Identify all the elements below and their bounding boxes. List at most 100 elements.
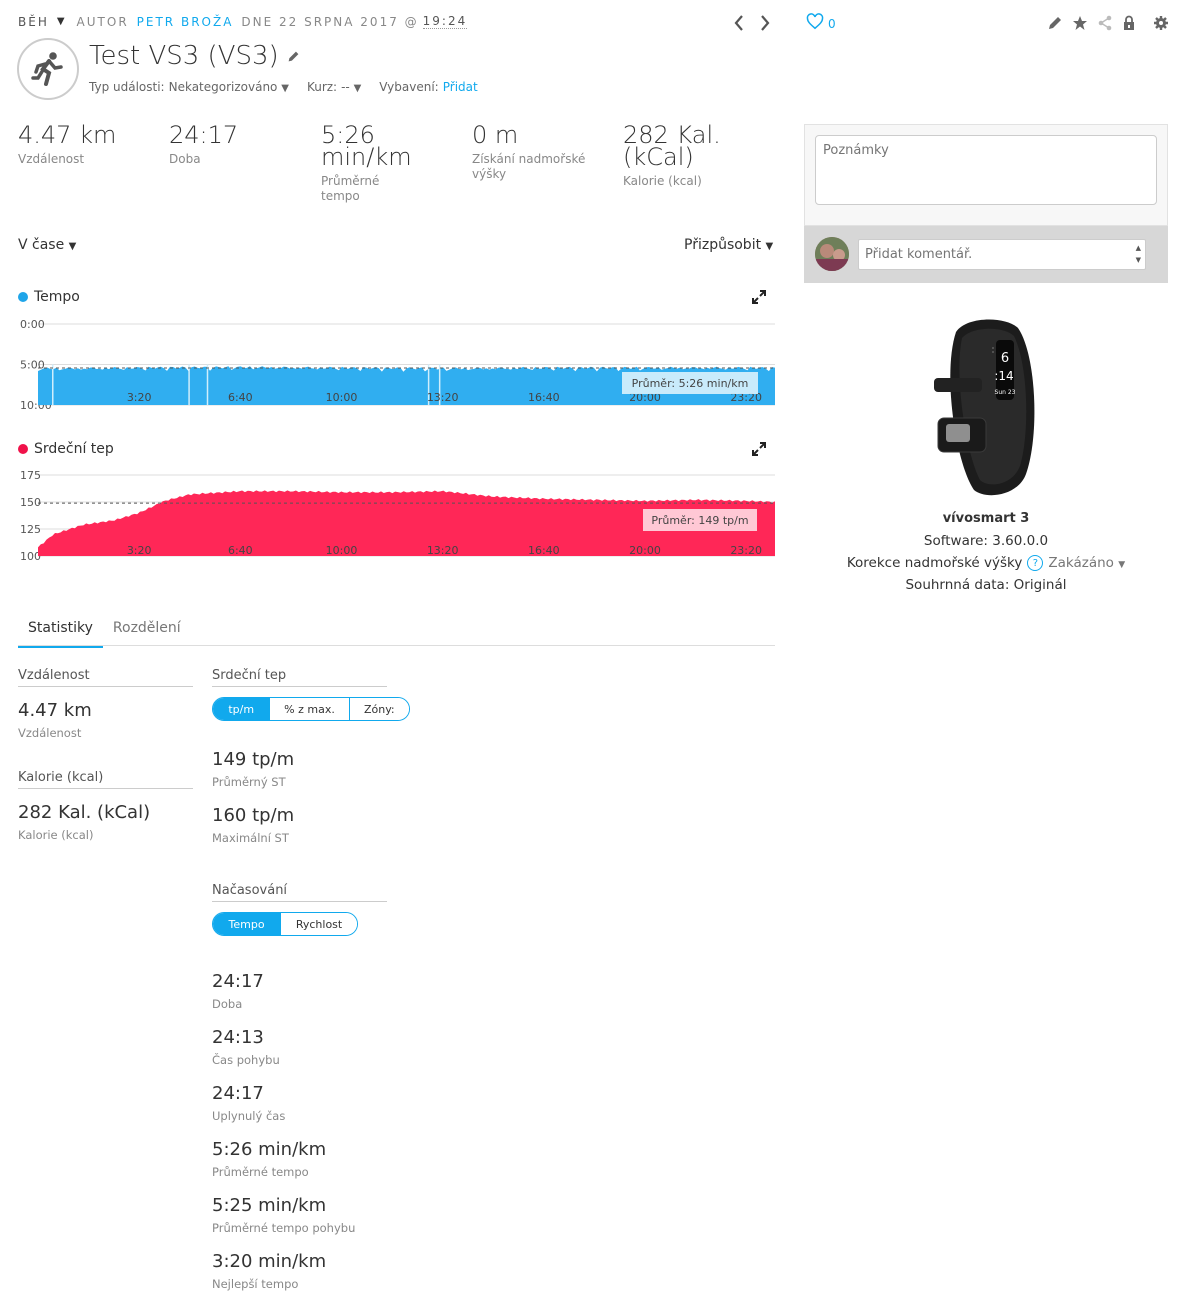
like-area[interactable]: 0	[806, 13, 836, 34]
hr-y-tick-label: 125	[20, 523, 41, 536]
distance-label: Vzdálenost	[18, 726, 82, 740]
next-activity-icon[interactable]	[759, 14, 771, 32]
scroll-arrows-icon[interactable]: ▲ ▼	[1136, 242, 1141, 266]
timing-section: Načasování	[212, 883, 387, 902]
running-activity-icon	[17, 38, 79, 100]
summary-value: 24:17	[169, 121, 239, 149]
author-link[interactable]: PETR BROŽA	[137, 15, 234, 29]
max-hr-stat: 160 tp/m Maximální ST	[212, 805, 294, 845]
hr-x-tick-label: 23:20	[730, 544, 762, 557]
toggle-bpm[interactable]: tp/m	[213, 698, 270, 720]
notes-panel	[804, 124, 1168, 226]
pace-x-tick-label: 6:40	[228, 391, 253, 404]
author-prefix: AUTOR	[76, 14, 129, 29]
heart-rate-section: Srdeční tep	[212, 668, 387, 687]
hr-chart[interactable]: 175 150 125 100 3:20 6:40 10:00 13:20 16:40 20:00…	[18, 466, 778, 562]
avatar	[815, 237, 849, 271]
timing-stat: 5:25 min/km Průměrné tempo pohybu	[212, 1195, 355, 1235]
summary-label: Kalorie (kcal)	[623, 174, 702, 188]
hr-y-tick-label: 150	[20, 496, 41, 509]
calories-value: 282 Kal. (kCal)	[18, 802, 151, 823]
calories-section-title: Kalorie (kcal)	[18, 770, 193, 789]
summary-pace: 5:26 min/km Průměrné tempo	[321, 123, 421, 204]
activity-type-dropdown-icon[interactable]: ▼	[57, 16, 67, 27]
timing-label: Nejlepší tempo	[212, 1277, 299, 1291]
svg-text::14: :14	[994, 369, 1013, 383]
elevation-correction-row: Korekce nadmořské výšky ? Zakázáno ▼	[804, 555, 1168, 571]
pace-y-tick-label: 0:00	[20, 318, 45, 331]
hr-y-tick-label: 175	[20, 469, 41, 482]
pace-y-tick-label: 5:00	[20, 359, 45, 372]
summary-label: Průměrné tempo	[321, 174, 380, 203]
activity-title: Test VS3 (VS3)	[89, 41, 279, 71]
add-gear-link[interactable]: Přidat	[443, 80, 478, 94]
timing-value: 24:13	[212, 1027, 264, 1048]
lock-icon[interactable]	[1122, 15, 1136, 31]
toggle-pace[interactable]: Tempo	[213, 913, 281, 935]
pace-legend-dot	[18, 292, 28, 302]
pencil-icon[interactable]	[1047, 15, 1063, 31]
course-label: Kurz:	[306, 80, 338, 94]
hr-x-tick-label: 3:20	[127, 544, 152, 557]
gear-icon[interactable]	[1153, 15, 1169, 31]
activity-nav	[733, 14, 771, 32]
time-link[interactable]: 19:24	[422, 14, 468, 29]
star-icon[interactable]	[1072, 15, 1088, 31]
like-count: 0	[828, 16, 836, 31]
expand-hr-chart-icon[interactable]	[752, 442, 766, 456]
timing-stat: 5:26 min/km Průměrné tempo	[212, 1139, 326, 1179]
summary-label: Doba	[169, 152, 201, 166]
summary-duration: 24:17 Doba	[169, 121, 269, 167]
pace-x-tick-label: 10:00	[326, 391, 358, 404]
pace-x-tick-label: 13:20	[427, 391, 459, 404]
hr-average-label: Průměr: 149 tp/m	[651, 514, 748, 527]
pace-chart[interactable]: 0:005:0010:003:20 6:40 10:00 13:20 16:40 20:0…	[18, 312, 778, 412]
toggle-percent-max[interactable]: % z max.	[269, 698, 349, 720]
help-icon[interactable]: ?	[1027, 555, 1044, 571]
hr-legend-dot	[18, 444, 28, 454]
toggle-zones[interactable]: Zóny:	[348, 698, 409, 720]
activity-type: BĚH	[18, 14, 49, 29]
summary-data-source: Souhrnná data: Originál	[905, 577, 1067, 593]
max-hr-value: 160 tp/m	[212, 805, 295, 826]
timing-value: 24:17	[212, 971, 264, 992]
tab-splits[interactable]: Rozdělení	[103, 620, 191, 648]
timing-unit-toggle: Tempo Rychlost	[212, 912, 358, 936]
toggle-speed[interactable]: Rychlost	[280, 913, 357, 935]
heart-icon[interactable]	[806, 13, 824, 34]
device-name: vívosmart 3	[942, 511, 1030, 526]
timing-stat: 24:13 Čas pohybu	[212, 1027, 280, 1067]
pace-x-tick-label: 16:40	[528, 391, 560, 404]
event-type-label: Typ události:	[89, 80, 165, 94]
comment-input[interactable]	[859, 240, 1119, 269]
hr-x-tick-label: 16:40	[528, 544, 560, 557]
timing-value: 5:25 min/km	[212, 1195, 327, 1216]
share-icon[interactable]	[1097, 15, 1113, 31]
max-hr-label: Maximální ST	[212, 831, 289, 845]
hr-x-tick-label: 10:00	[326, 544, 358, 557]
expand-pace-chart-icon[interactable]	[752, 290, 766, 304]
edit-title-icon[interactable]	[287, 50, 300, 63]
course-select[interactable]: -- ▼	[341, 80, 361, 94]
activity-toolbar	[1047, 15, 1169, 31]
notes-textarea[interactable]	[815, 135, 1157, 205]
summary-value: 0 m	[472, 121, 519, 149]
previous-activity-icon[interactable]	[733, 14, 745, 32]
device-software: Software: 3.60.0.0	[923, 533, 1049, 549]
tab-statistics[interactable]: Statistiky	[18, 620, 103, 648]
summary-label: Vzdálenost	[18, 152, 85, 166]
hr-y-tick-label: 100	[20, 550, 41, 562]
timing-value: 3:20 min/km	[212, 1251, 327, 1272]
pace-x-tick-label: 3:20	[127, 391, 152, 404]
xaxis-select[interactable]: V čase ▼	[18, 237, 76, 253]
timing-label: Průměrné tempo pohybu	[212, 1221, 356, 1235]
summary-value: 4.47 km	[18, 121, 117, 149]
date-text: DNE 22 SRPNA 2017 @	[241, 14, 419, 29]
summary-elevation: 0 m Získání nadmořské výšky	[472, 121, 592, 182]
customize-charts-button[interactable]: Přizpůsobit ▼	[684, 237, 773, 253]
hr-x-tick-label: 6:40	[228, 544, 253, 557]
event-type-select[interactable]: Nekategorizováno ▼	[169, 80, 289, 94]
avg-hr-value: 149 tp/m	[212, 749, 295, 770]
device-image: 6 :14 Sun 23	[926, 314, 1046, 500]
elevation-correction-select[interactable]: Zakázáno ▼	[1048, 555, 1125, 571]
